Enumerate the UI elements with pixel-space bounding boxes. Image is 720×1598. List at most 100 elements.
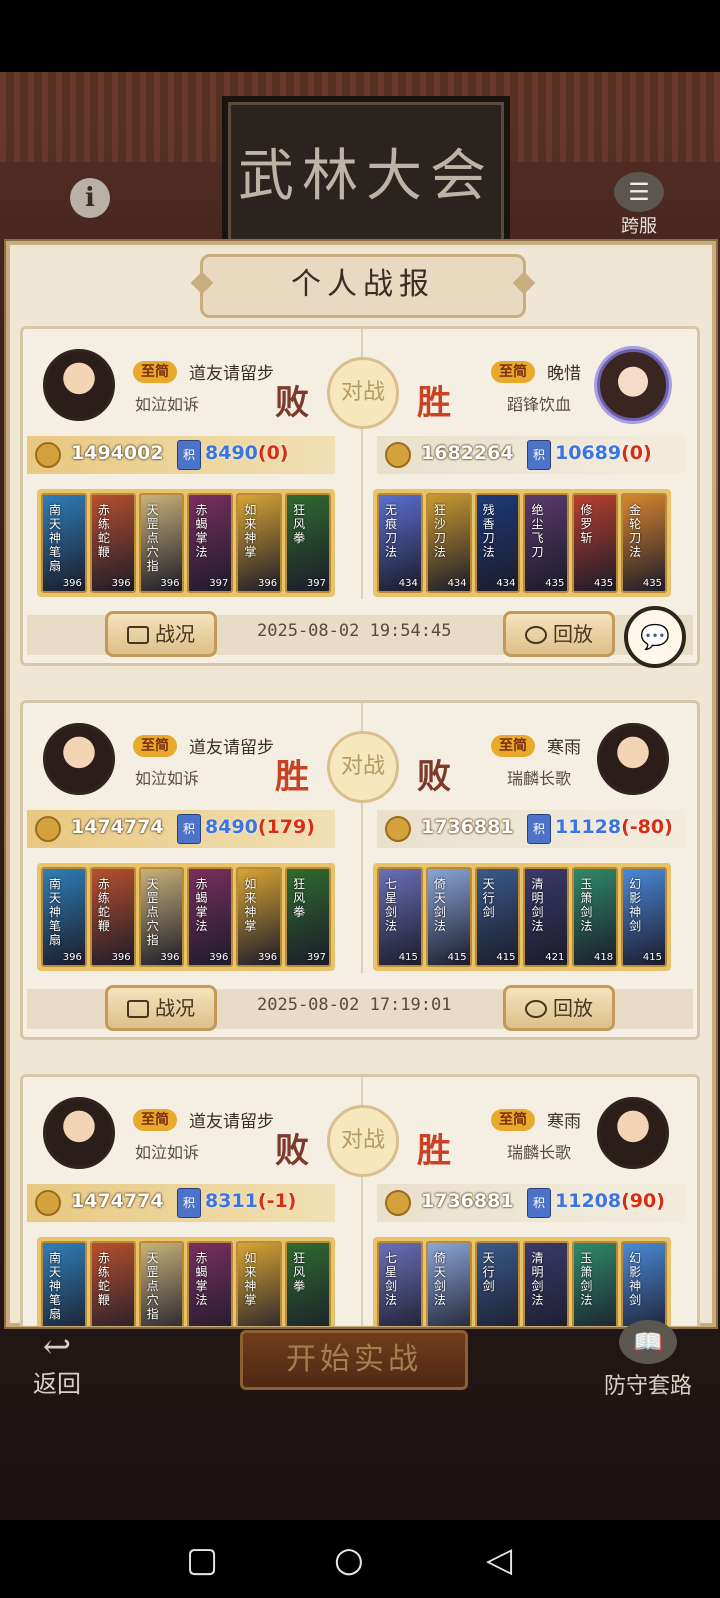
skill-name: 修罗斩 (580, 503, 593, 545)
player-skill-team: 南天神笔扇 396 赤练蛇鞭 396 天罡点穴指 396 赤蝎掌法 397 如来神掌 3… (37, 489, 335, 597)
skill-card[interactable]: 绝尘飞刀 435 (523, 493, 570, 593)
skill-card[interactable]: 狂风拳 397 (285, 493, 331, 593)
battle-list[interactable]: 至简 道友请留步 如泣如诉 至简 晚惜 蹈锋饮血 败 对战 胜 1494002 … (10, 326, 710, 1326)
skill-card[interactable]: 天罡点穴指 396 (138, 493, 185, 593)
skill-card[interactable]: 赤练蛇鞭 396 (89, 867, 136, 967)
details-label: 战况 (155, 996, 195, 1020)
back-nav-icon[interactable]: ◁ (486, 1540, 512, 1580)
skill-level: 415 (496, 952, 516, 963)
vs-emblem: 败 对战 胜 (275, 357, 451, 433)
opponent-skill-team: 七星剑法 倚天剑法 天行剑 清明剑法 玉箫剑法 幻影神剑 (373, 1237, 671, 1326)
player-skill-team: 南天神笔扇 赤练蛇鞭 天罡点穴指 赤蝎掌法 如来神掌 狂风拳 (37, 1237, 335, 1326)
skill-name: 倚天剑法 (433, 877, 446, 933)
skill-card[interactable]: 清明剑法 421 (523, 867, 570, 967)
back-button[interactable]: ↩ 返回 (22, 1330, 92, 1398)
skill-card[interactable]: 赤蝎掌法 396 (187, 867, 234, 967)
skill-card[interactable]: 清明剑法 (523, 1241, 570, 1326)
skill-card[interactable]: 玉箫剑法 (572, 1241, 619, 1326)
skill-level: 415 (398, 952, 418, 963)
skill-name: 天罡点穴指 (146, 503, 159, 573)
skill-level: 435 (545, 578, 565, 589)
skill-card[interactable]: 无痕刀法 434 (377, 493, 423, 593)
start-battle-button[interactable]: 开始实战 (240, 1330, 468, 1390)
chat-icon[interactable]: 💬 (624, 606, 686, 668)
skill-level: 397 (209, 578, 229, 589)
recent-apps-icon[interactable]: ▢ (186, 1540, 218, 1580)
power-icon (385, 816, 411, 842)
skill-card[interactable]: 狂风拳 397 (285, 867, 331, 967)
skill-card[interactable]: 如来神掌 396 (236, 493, 283, 593)
skill-card[interactable]: 南天神笔扇 396 (41, 867, 87, 967)
skill-card[interactable]: 金轮刀法 435 (621, 493, 667, 593)
skill-card[interactable]: 残香刀法 434 (474, 493, 521, 593)
skill-card[interactable]: 七星剑法 (377, 1241, 423, 1326)
skill-card[interactable]: 修罗斩 435 (572, 493, 619, 593)
replay-button[interactable]: 回放 (503, 985, 615, 1031)
play-icon (525, 1000, 547, 1018)
vs-label: 对战 (327, 1105, 399, 1177)
skill-card[interactable]: 狂沙刀法 434 (425, 493, 472, 593)
skill-level: 421 (545, 952, 565, 963)
opponent-avatar[interactable] (597, 723, 669, 795)
opponent-avatar[interactable] (597, 349, 669, 421)
details-button[interactable]: 战况 (105, 985, 217, 1031)
skill-card[interactable]: 幻影神剑 (621, 1241, 667, 1326)
skill-card[interactable]: 赤蝎掌法 (187, 1241, 234, 1326)
skill-card[interactable]: 七星剑法 415 (377, 867, 423, 967)
skill-name: 天罡点穴指 (146, 1251, 159, 1321)
skill-card[interactable]: 南天神笔扇 396 (41, 493, 87, 593)
right-result: 胜 (417, 1131, 451, 1171)
power-icon (35, 442, 61, 468)
rank-badge: 至简 (491, 1109, 535, 1131)
skill-card[interactable]: 赤练蛇鞭 (89, 1241, 136, 1326)
left-result: 败 (275, 1131, 309, 1171)
skill-name: 赤蝎掌法 (195, 1251, 208, 1307)
skill-card[interactable]: 天罡点穴指 (138, 1241, 185, 1326)
vs-emblem: 败 对战 胜 (275, 1105, 451, 1181)
skill-card[interactable]: 天罡点穴指 396 (138, 867, 185, 967)
opponent-avatar[interactable] (597, 1097, 669, 1169)
battle-card: 至简 道友请留步 如泣如诉 至简 寒雨 瑞麟长歌 败 对战 胜 1474774 … (20, 1074, 700, 1326)
skill-card[interactable]: 天行剑 (474, 1241, 521, 1326)
player-score: 8490(0) (205, 442, 289, 464)
player-name: 道友请留步 (189, 364, 274, 384)
skill-card[interactable]: 天行剑 415 (474, 867, 521, 967)
skill-name: 如来神掌 (244, 1251, 257, 1307)
skill-card[interactable]: 如来神掌 (236, 1241, 283, 1326)
details-button[interactable]: 战况 (105, 611, 217, 657)
power-icon (385, 1190, 411, 1216)
opponent-score: 10689(0) (555, 442, 652, 464)
home-icon[interactable]: ○ (334, 1540, 364, 1580)
cross-server-label: 跨服 (621, 216, 657, 237)
details-label: 战况 (155, 622, 195, 646)
skill-name: 如来神掌 (244, 503, 257, 559)
skill-card[interactable]: 狂风拳 (285, 1241, 331, 1326)
player-avatar[interactable] (43, 1097, 115, 1169)
rank-badge: 至简 (133, 735, 177, 757)
skill-card[interactable]: 倚天剑法 415 (425, 867, 472, 967)
skill-card[interactable]: 如来神掌 396 (236, 867, 283, 967)
player-guild: 如泣如诉 (135, 1143, 200, 1162)
skill-card[interactable]: 赤蝎掌法 397 (187, 493, 234, 593)
player-avatar[interactable] (43, 349, 115, 421)
cross-server-button[interactable]: ☰ 跨服 (608, 172, 670, 240)
skill-card[interactable]: 赤练蛇鞭 396 (89, 493, 136, 593)
skill-card[interactable]: 幻影神剑 415 (621, 867, 667, 967)
power-icon (385, 442, 411, 468)
battle-timestamp: 2025-08-02 19:54:45 (257, 621, 452, 641)
skill-card[interactable]: 南天神笔扇 (41, 1241, 87, 1326)
replay-label: 回放 (553, 622, 593, 646)
skill-card[interactable]: 玉箫剑法 418 (572, 867, 619, 967)
opponent-name: 寒雨 (547, 738, 581, 758)
defense-routine-button[interactable]: 📖 防守套路 (590, 1320, 706, 1406)
info-icon[interactable]: i (70, 178, 110, 218)
player-guild: 如泣如诉 (135, 769, 200, 788)
rank-badge: 至简 (491, 361, 535, 383)
player-avatar[interactable] (43, 723, 115, 795)
replay-button[interactable]: 回放 (503, 611, 615, 657)
opponent-stats: 1682264 积 10689(0) (377, 436, 685, 474)
skill-level: 397 (306, 578, 326, 589)
skill-card[interactable]: 倚天剑法 (425, 1241, 472, 1326)
score-icon: 积 (177, 814, 201, 844)
replay-label: 回放 (553, 996, 593, 1020)
